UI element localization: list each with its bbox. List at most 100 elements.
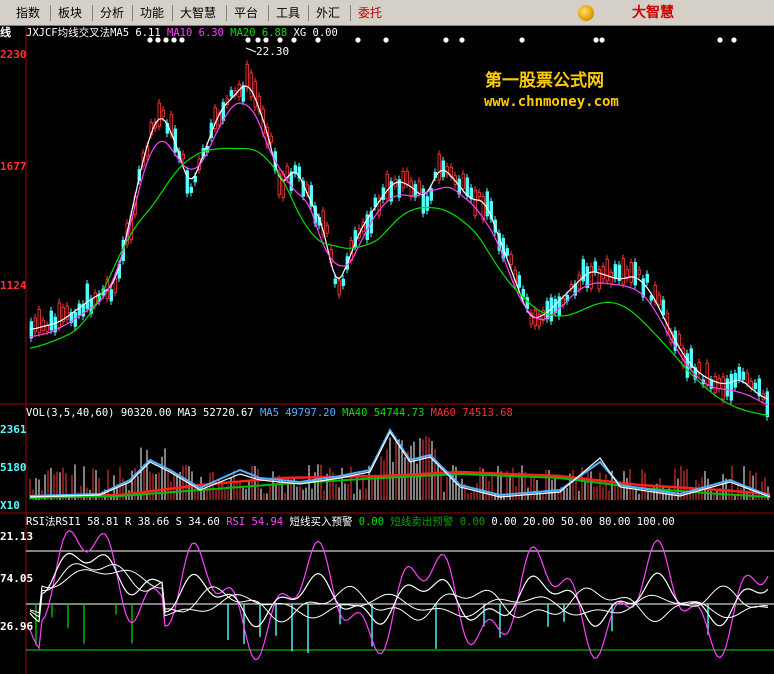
candle-body — [517, 275, 521, 288]
rsi-y-label-low: 26.96 — [0, 620, 34, 633]
left-edge-label: 线 — [0, 26, 11, 39]
candle-body — [181, 154, 185, 160]
rsi-indicator-line: RSI法RSI1 58.81 R 38.66 S 34.60 RSI 54.94… — [26, 515, 675, 529]
candle-body — [193, 176, 197, 183]
ma5-label: MA5 — [110, 27, 130, 39]
xg-signal-marker — [355, 37, 361, 43]
peak-pointer — [245, 47, 257, 53]
ma20-label: MA20 — [230, 27, 256, 39]
rsi1-value: 58.81 — [87, 516, 119, 528]
candle-body — [245, 63, 249, 89]
candle-body — [521, 288, 525, 297]
vol-y-label-low: X10 — [0, 499, 20, 512]
candle-body — [333, 278, 337, 284]
candle-body — [661, 299, 665, 316]
candle-body — [721, 376, 725, 400]
buy-alert-value: 0.00 — [358, 516, 385, 528]
vol-ma40: MA40 54744.73 — [342, 407, 425, 419]
candle-body — [109, 289, 113, 302]
candle-body — [509, 254, 513, 265]
candle-body — [705, 362, 709, 386]
xg-signal-marker — [731, 37, 737, 43]
rsi-r-value: R 38.66 — [125, 516, 170, 528]
candle-body — [657, 294, 661, 306]
vol-y-label-top: 2361 — [0, 423, 27, 436]
candle-body — [485, 191, 489, 217]
candle-body — [525, 297, 529, 310]
candle-body — [681, 347, 685, 366]
candle-body — [477, 192, 481, 198]
watermark-title: 第一股票公式网 — [485, 71, 604, 91]
ma10-line — [29, 102, 769, 406]
candle-body — [41, 319, 45, 331]
candle-body — [325, 225, 329, 234]
candle-body — [713, 376, 717, 394]
sell-alert-label: 短线卖出预警 — [390, 516, 454, 528]
rsi-s-value: S 34.60 — [175, 516, 220, 528]
rsi-y-label-mid: 74.05 — [0, 572, 34, 585]
candle-body — [405, 170, 409, 185]
main-y-label-mid: 1677 — [0, 160, 27, 173]
candle-body — [409, 180, 413, 198]
vol-indicator-line: VOL(3,5,40,60) 90320.00 MA3 52720.67 MA5… — [26, 406, 513, 420]
watermark-url: www.chnmoney.com — [484, 94, 619, 110]
candle-body — [241, 85, 245, 102]
rsi-level-50: 50.00 — [560, 516, 593, 528]
candle-body — [425, 196, 429, 211]
xg-value: 0.00 — [312, 27, 338, 39]
xg-signal-marker — [717, 37, 723, 43]
candle-body — [33, 317, 37, 333]
candle-body — [593, 261, 597, 273]
candle-body — [249, 72, 253, 98]
candle-body — [605, 258, 609, 282]
rsi-r-line — [29, 563, 769, 623]
rsi-name: RSI法RSI1 — [26, 516, 81, 528]
rsi-y-label-top: 21.13 — [0, 530, 34, 543]
rsi-level-0: 0.00 — [491, 516, 517, 528]
candle-body — [85, 283, 89, 309]
candle-body — [609, 271, 613, 285]
candle-body — [281, 173, 285, 198]
xg-signal-marker — [593, 37, 599, 43]
candle-body — [613, 264, 617, 279]
indicator-name: JXJCF均线交叉法 — [26, 27, 111, 39]
rsi-level-80: 80.00 — [598, 516, 631, 528]
xg-signal-marker — [459, 37, 465, 43]
candle-body — [341, 278, 345, 286]
candle-body — [417, 180, 421, 194]
candle-body — [465, 177, 469, 196]
vol-value: 90320.00 — [120, 407, 172, 419]
candle-body — [189, 186, 193, 193]
chart-canvas[interactable] — [0, 0, 774, 674]
xg-signal-marker — [443, 37, 449, 43]
candle-body — [601, 266, 605, 280]
candle-body — [753, 382, 757, 390]
ma20-value: 6.88 — [261, 27, 288, 39]
candle-body — [49, 310, 53, 331]
vol-y-label-mid: 5180 — [0, 461, 27, 474]
candle-body — [741, 371, 745, 380]
candle-body — [45, 325, 49, 332]
xg-label: XG — [293, 27, 307, 39]
candle-body — [729, 373, 733, 401]
rsi-level-20: 20.00 — [522, 516, 555, 528]
peak-price-label: 22.30 — [256, 45, 290, 58]
candle-body — [385, 174, 389, 200]
vol-ma3: MA3 52720.67 — [177, 407, 254, 419]
candle-body — [677, 334, 681, 347]
candle-body — [633, 262, 637, 286]
candle-body — [481, 196, 485, 220]
candle-body — [441, 160, 445, 178]
candle-body — [725, 378, 729, 397]
vol-ma60: MA60 74513.68 — [430, 407, 513, 419]
candle-body — [229, 90, 233, 97]
candle-body — [37, 309, 41, 334]
main-indicator-line: JXJCF均线交叉法MA5 6.11 MA10 6.30 MA20 6.88 X… — [26, 26, 338, 40]
ma5-value: 6.11 — [135, 27, 161, 39]
candle-body — [629, 262, 633, 283]
candle-body — [437, 154, 441, 181]
ma5-line — [29, 85, 769, 400]
vol-ma5: MA5 49797.20 — [259, 407, 336, 419]
candle-body — [545, 300, 549, 320]
buy-alert-label: 短线买入预警 — [289, 516, 353, 528]
